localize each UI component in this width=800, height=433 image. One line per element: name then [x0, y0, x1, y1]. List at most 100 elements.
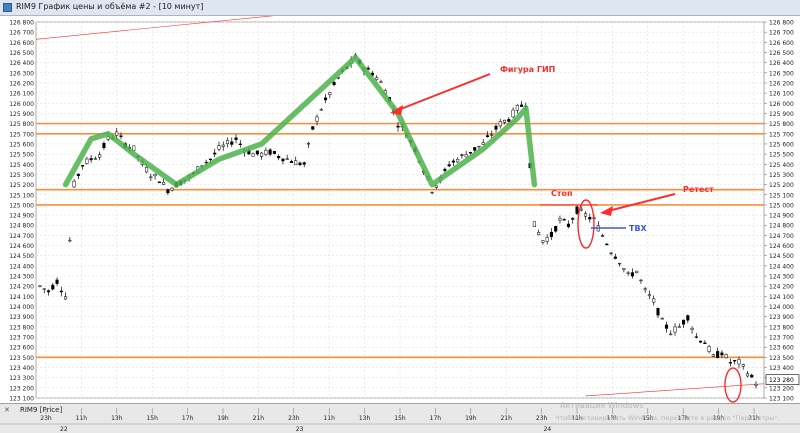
- window-title: RIM9 График цены и объёма #2 - [10 минут…: [16, 2, 204, 11]
- candle-body: [443, 168, 447, 171]
- y-tick-label: 126 100: [769, 91, 794, 98]
- title-bar[interactable]: RIM9 График цены и объёма #2 - [10 минут…: [0, 0, 800, 16]
- y-tick-label: 124 200: [769, 284, 794, 291]
- candle-body: [55, 279, 59, 284]
- y-tick-label: 125 900: [769, 111, 794, 118]
- candle-body: [473, 147, 477, 151]
- candle-body: [51, 284, 55, 290]
- y-tick-label: 126 600: [769, 40, 794, 47]
- candle-body: [656, 307, 660, 316]
- y-tick-label: 124 200: [9, 284, 34, 291]
- candle-body: [68, 239, 72, 242]
- y-tick-label: 124 400: [769, 263, 794, 270]
- candle-body: [558, 218, 562, 221]
- y-tick-label: 124 600: [769, 243, 794, 250]
- retest-label: Ретест: [683, 185, 714, 194]
- y-tick-label: 125 300: [769, 172, 794, 179]
- chart-area[interactable]: Фигура ГИП Стоп Ретест ТВХ 126 800 126 700 12…: [0, 11, 800, 403]
- y-tick-label: 126 400: [9, 60, 34, 67]
- candle-body: [554, 226, 558, 232]
- y-tick-label: 124 900: [769, 213, 794, 220]
- y-tick-label: 123 600: [769, 345, 794, 352]
- y-tick-label: 123 900: [769, 314, 794, 321]
- candle-body: [64, 296, 68, 300]
- y-tick-label: 126 600: [9, 40, 34, 47]
- candle-body: [511, 109, 515, 118]
- candle-body: [520, 104, 524, 107]
- y-tick-label: 124 700: [9, 233, 34, 240]
- candle-body: [289, 161, 294, 163]
- y-tick-label: 124 500: [9, 253, 34, 260]
- y-tick-label: 124 800: [9, 223, 34, 230]
- y-tick-label: 124 100: [769, 294, 794, 301]
- candle-body: [204, 161, 208, 164]
- candle-body: [208, 158, 213, 161]
- candle-body: [686, 315, 690, 321]
- x-tick-label: 21h: [253, 415, 265, 422]
- app-icon: [3, 3, 12, 12]
- y-tick-label: 125 800: [9, 121, 34, 128]
- candle-body: [115, 131, 119, 136]
- candle-body: [396, 125, 400, 128]
- candle-body: [85, 158, 89, 164]
- current-price-label: 123 280: [769, 377, 794, 384]
- candle-body: [451, 160, 455, 163]
- candle-body: [302, 162, 306, 165]
- candle-body: [42, 288, 46, 290]
- x-tick-label: 19h: [217, 415, 229, 422]
- candle-body: [541, 240, 545, 243]
- candle-body: [745, 373, 750, 377]
- pattern-label: Фигура ГИП: [500, 65, 555, 74]
- y-tick-label: 124 900: [9, 213, 34, 220]
- y-tick-label: 123 500: [9, 355, 34, 362]
- candle-body: [379, 81, 383, 83]
- x-tick-label: 21h: [500, 415, 512, 422]
- y-tick-label: 124 000: [769, 304, 794, 311]
- candle-body: [268, 149, 272, 155]
- candle-body: [230, 141, 234, 145]
- candle-body: [566, 223, 571, 227]
- candle-body: [46, 290, 51, 293]
- x-tick-label: 23h: [536, 415, 548, 422]
- candle-body: [298, 162, 302, 166]
- candle-body: [647, 294, 652, 297]
- candle-body: [221, 144, 225, 147]
- x-tick-label: 11h: [76, 415, 88, 422]
- candle-body: [720, 352, 724, 356]
- y-tick-label: 123 800: [769, 324, 794, 331]
- x-tick-label: 13h: [359, 415, 371, 422]
- x-tick-label: 19h: [465, 415, 477, 422]
- y-tick-label: 126 200: [9, 80, 34, 87]
- candle-body: [319, 109, 323, 111]
- candle-body: [626, 272, 630, 274]
- y-tick-label: 123 300: [9, 375, 34, 382]
- y-tick-label: 126 100: [9, 91, 34, 98]
- price-chart[interactable]: Фигура ГИП Стоп Ретест ТВХ 126 800 126 700 12…: [0, 11, 800, 403]
- y-tick-label: 125 500: [769, 152, 794, 159]
- candle-body: [699, 340, 703, 343]
- y-tick-label: 126 800: [769, 20, 794, 27]
- candle-body: [669, 333, 673, 336]
- y-tick-label: 125 600: [9, 141, 34, 148]
- candle-body: [81, 165, 85, 167]
- candle-body: [264, 149, 268, 155]
- candle-body: [166, 189, 170, 194]
- candle-body: [681, 319, 686, 325]
- candle-body: [238, 143, 242, 145]
- y-tick-label: 123 600: [9, 345, 34, 352]
- candle-body: [76, 173, 80, 176]
- y-tick-label: 124 500: [769, 253, 794, 260]
- y-tick-label: 124 600: [9, 243, 34, 250]
- candle-body: [234, 137, 238, 140]
- candle-body: [613, 256, 617, 259]
- candle-body: [635, 270, 639, 274]
- candle-body: [251, 153, 255, 157]
- candle-body: [571, 218, 575, 220]
- x-tick-label: 17h: [182, 415, 194, 422]
- candle-body: [643, 288, 647, 291]
- candle-body: [72, 180, 76, 188]
- y-tick-label: 123 700: [769, 335, 794, 342]
- chart-window: RIM9 График цены и объёма #2 - [10 минут…: [0, 0, 800, 433]
- y-tick-label: 124 100: [9, 294, 34, 301]
- y-tick-label: 123 200: [769, 385, 794, 392]
